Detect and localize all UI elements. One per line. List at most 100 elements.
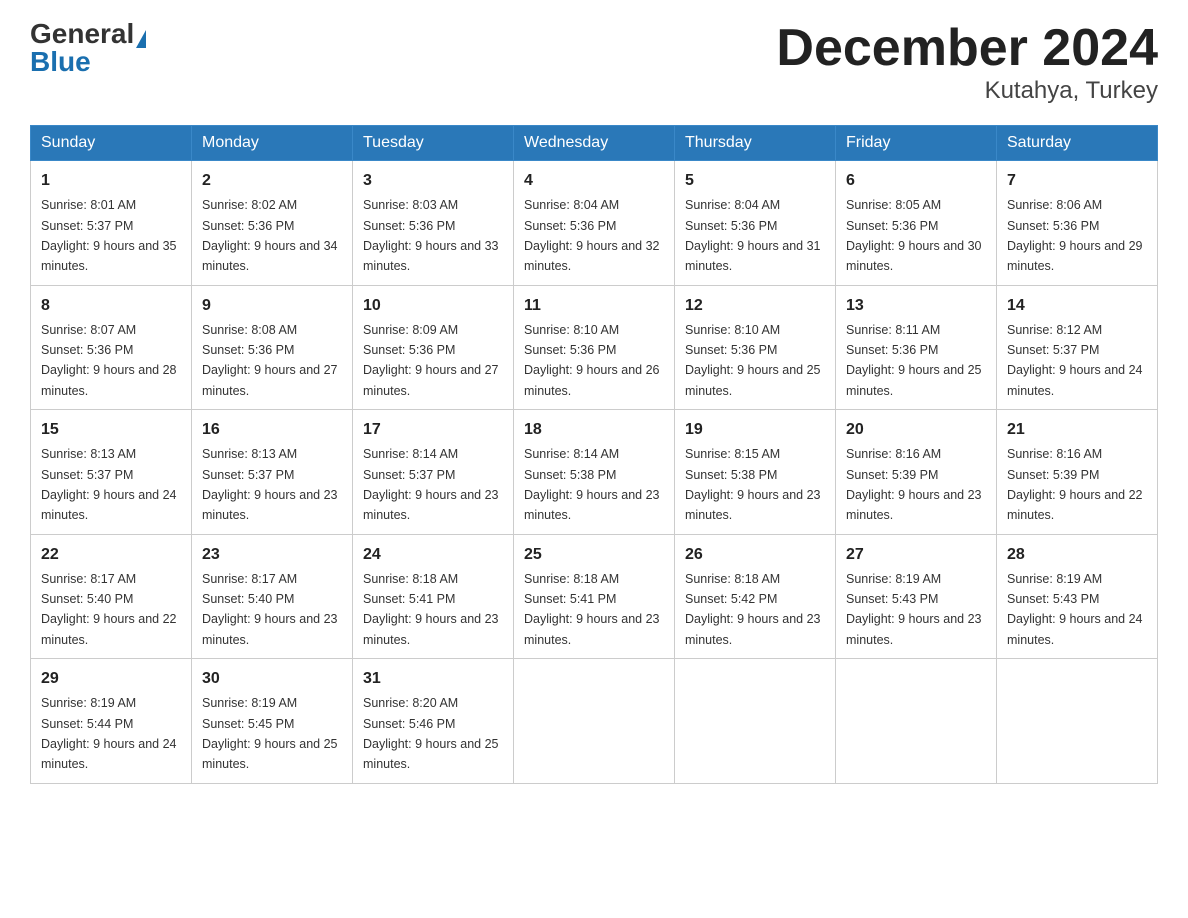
day-number: 23 xyxy=(202,543,342,567)
day-info: Sunrise: 8:19 AMSunset: 5:43 PMDaylight:… xyxy=(1007,572,1143,647)
day-number: 16 xyxy=(202,418,342,442)
day-info: Sunrise: 8:07 AMSunset: 5:36 PMDaylight:… xyxy=(41,323,177,398)
table-row xyxy=(514,659,675,784)
table-row xyxy=(675,659,836,784)
day-info: Sunrise: 8:17 AMSunset: 5:40 PMDaylight:… xyxy=(202,572,338,647)
day-number: 9 xyxy=(202,294,342,318)
table-row: 25 Sunrise: 8:18 AMSunset: 5:41 PMDaylig… xyxy=(514,534,675,659)
table-row: 16 Sunrise: 8:13 AMSunset: 5:37 PMDaylig… xyxy=(192,410,353,535)
day-info: Sunrise: 8:10 AMSunset: 5:36 PMDaylight:… xyxy=(685,323,821,398)
table-row: 19 Sunrise: 8:15 AMSunset: 5:38 PMDaylig… xyxy=(675,410,836,535)
day-info: Sunrise: 8:11 AMSunset: 5:36 PMDaylight:… xyxy=(846,323,982,398)
table-row: 9 Sunrise: 8:08 AMSunset: 5:36 PMDayligh… xyxy=(192,285,353,410)
day-info: Sunrise: 8:19 AMSunset: 5:44 PMDaylight:… xyxy=(41,696,177,771)
day-number: 29 xyxy=(41,667,181,691)
day-info: Sunrise: 8:16 AMSunset: 5:39 PMDaylight:… xyxy=(1007,447,1143,522)
table-row xyxy=(997,659,1158,784)
day-info: Sunrise: 8:16 AMSunset: 5:39 PMDaylight:… xyxy=(846,447,982,522)
col-thursday: Thursday xyxy=(675,126,836,161)
col-sunday: Sunday xyxy=(31,126,192,161)
table-row: 26 Sunrise: 8:18 AMSunset: 5:42 PMDaylig… xyxy=(675,534,836,659)
day-info: Sunrise: 8:13 AMSunset: 5:37 PMDaylight:… xyxy=(41,447,177,522)
day-info: Sunrise: 8:06 AMSunset: 5:36 PMDaylight:… xyxy=(1007,198,1143,273)
day-number: 25 xyxy=(524,543,664,567)
location: Kutahya, Turkey xyxy=(776,77,1158,105)
table-row: 21 Sunrise: 8:16 AMSunset: 5:39 PMDaylig… xyxy=(997,410,1158,535)
day-number: 26 xyxy=(685,543,825,567)
day-info: Sunrise: 8:08 AMSunset: 5:36 PMDaylight:… xyxy=(202,323,338,398)
day-number: 22 xyxy=(41,543,181,567)
table-row: 24 Sunrise: 8:18 AMSunset: 5:41 PMDaylig… xyxy=(353,534,514,659)
day-number: 18 xyxy=(524,418,664,442)
table-row: 30 Sunrise: 8:19 AMSunset: 5:45 PMDaylig… xyxy=(192,659,353,784)
day-info: Sunrise: 8:02 AMSunset: 5:36 PMDaylight:… xyxy=(202,198,338,273)
day-info: Sunrise: 8:04 AMSunset: 5:36 PMDaylight:… xyxy=(685,198,821,273)
table-row: 11 Sunrise: 8:10 AMSunset: 5:36 PMDaylig… xyxy=(514,285,675,410)
table-row: 22 Sunrise: 8:17 AMSunset: 5:40 PMDaylig… xyxy=(31,534,192,659)
table-row: 10 Sunrise: 8:09 AMSunset: 5:36 PMDaylig… xyxy=(353,285,514,410)
table-row: 23 Sunrise: 8:17 AMSunset: 5:40 PMDaylig… xyxy=(192,534,353,659)
day-info: Sunrise: 8:18 AMSunset: 5:42 PMDaylight:… xyxy=(685,572,821,647)
day-number: 6 xyxy=(846,169,986,193)
table-row: 2 Sunrise: 8:02 AMSunset: 5:36 PMDayligh… xyxy=(192,161,353,286)
day-number: 24 xyxy=(363,543,503,567)
table-row: 20 Sunrise: 8:16 AMSunset: 5:39 PMDaylig… xyxy=(836,410,997,535)
table-row: 6 Sunrise: 8:05 AMSunset: 5:36 PMDayligh… xyxy=(836,161,997,286)
col-monday: Monday xyxy=(192,126,353,161)
calendar-week-row: 1 Sunrise: 8:01 AMSunset: 5:37 PMDayligh… xyxy=(31,161,1158,286)
day-number: 1 xyxy=(41,169,181,193)
day-number: 28 xyxy=(1007,543,1147,567)
day-number: 20 xyxy=(846,418,986,442)
day-number: 15 xyxy=(41,418,181,442)
logo-general-line: General xyxy=(30,20,146,48)
day-number: 11 xyxy=(524,294,664,318)
day-info: Sunrise: 8:13 AMSunset: 5:37 PMDaylight:… xyxy=(202,447,338,522)
day-info: Sunrise: 8:14 AMSunset: 5:38 PMDaylight:… xyxy=(524,447,660,522)
logo-blue-text: Blue xyxy=(30,46,91,77)
day-number: 31 xyxy=(363,667,503,691)
day-info: Sunrise: 8:20 AMSunset: 5:46 PMDaylight:… xyxy=(363,696,499,771)
col-wednesday: Wednesday xyxy=(514,126,675,161)
day-number: 7 xyxy=(1007,169,1147,193)
table-row: 3 Sunrise: 8:03 AMSunset: 5:36 PMDayligh… xyxy=(353,161,514,286)
table-row: 8 Sunrise: 8:07 AMSunset: 5:36 PMDayligh… xyxy=(31,285,192,410)
table-row: 5 Sunrise: 8:04 AMSunset: 5:36 PMDayligh… xyxy=(675,161,836,286)
day-info: Sunrise: 8:12 AMSunset: 5:37 PMDaylight:… xyxy=(1007,323,1143,398)
table-row: 18 Sunrise: 8:14 AMSunset: 5:38 PMDaylig… xyxy=(514,410,675,535)
table-row: 17 Sunrise: 8:14 AMSunset: 5:37 PMDaylig… xyxy=(353,410,514,535)
day-number: 21 xyxy=(1007,418,1147,442)
day-number: 10 xyxy=(363,294,503,318)
col-tuesday: Tuesday xyxy=(353,126,514,161)
table-row: 31 Sunrise: 8:20 AMSunset: 5:46 PMDaylig… xyxy=(353,659,514,784)
day-number: 12 xyxy=(685,294,825,318)
day-info: Sunrise: 8:18 AMSunset: 5:41 PMDaylight:… xyxy=(524,572,660,647)
calendar-table: Sunday Monday Tuesday Wednesday Thursday… xyxy=(30,125,1158,784)
table-row: 29 Sunrise: 8:19 AMSunset: 5:44 PMDaylig… xyxy=(31,659,192,784)
logo-general-text: General xyxy=(30,18,134,49)
logo: General Blue xyxy=(30,20,146,76)
table-row xyxy=(836,659,997,784)
logo-blue-line: Blue xyxy=(30,48,91,76)
calendar-week-row: 8 Sunrise: 8:07 AMSunset: 5:36 PMDayligh… xyxy=(31,285,1158,410)
day-number: 3 xyxy=(363,169,503,193)
calendar-header-row: Sunday Monday Tuesday Wednesday Thursday… xyxy=(31,126,1158,161)
day-info: Sunrise: 8:18 AMSunset: 5:41 PMDaylight:… xyxy=(363,572,499,647)
col-saturday: Saturday xyxy=(997,126,1158,161)
logo-triangle-icon xyxy=(136,30,146,48)
table-row: 28 Sunrise: 8:19 AMSunset: 5:43 PMDaylig… xyxy=(997,534,1158,659)
day-info: Sunrise: 8:04 AMSunset: 5:36 PMDaylight:… xyxy=(524,198,660,273)
table-row: 1 Sunrise: 8:01 AMSunset: 5:37 PMDayligh… xyxy=(31,161,192,286)
col-friday: Friday xyxy=(836,126,997,161)
day-info: Sunrise: 8:15 AMSunset: 5:38 PMDaylight:… xyxy=(685,447,821,522)
table-row: 12 Sunrise: 8:10 AMSunset: 5:36 PMDaylig… xyxy=(675,285,836,410)
day-info: Sunrise: 8:17 AMSunset: 5:40 PMDaylight:… xyxy=(41,572,177,647)
month-title: December 2024 xyxy=(776,20,1158,77)
page-header: General Blue December 2024 Kutahya, Turk… xyxy=(30,20,1158,105)
table-row: 27 Sunrise: 8:19 AMSunset: 5:43 PMDaylig… xyxy=(836,534,997,659)
table-row: 7 Sunrise: 8:06 AMSunset: 5:36 PMDayligh… xyxy=(997,161,1158,286)
day-info: Sunrise: 8:03 AMSunset: 5:36 PMDaylight:… xyxy=(363,198,499,273)
day-info: Sunrise: 8:19 AMSunset: 5:43 PMDaylight:… xyxy=(846,572,982,647)
title-block: December 2024 Kutahya, Turkey xyxy=(776,20,1158,105)
day-number: 8 xyxy=(41,294,181,318)
calendar-week-row: 15 Sunrise: 8:13 AMSunset: 5:37 PMDaylig… xyxy=(31,410,1158,535)
